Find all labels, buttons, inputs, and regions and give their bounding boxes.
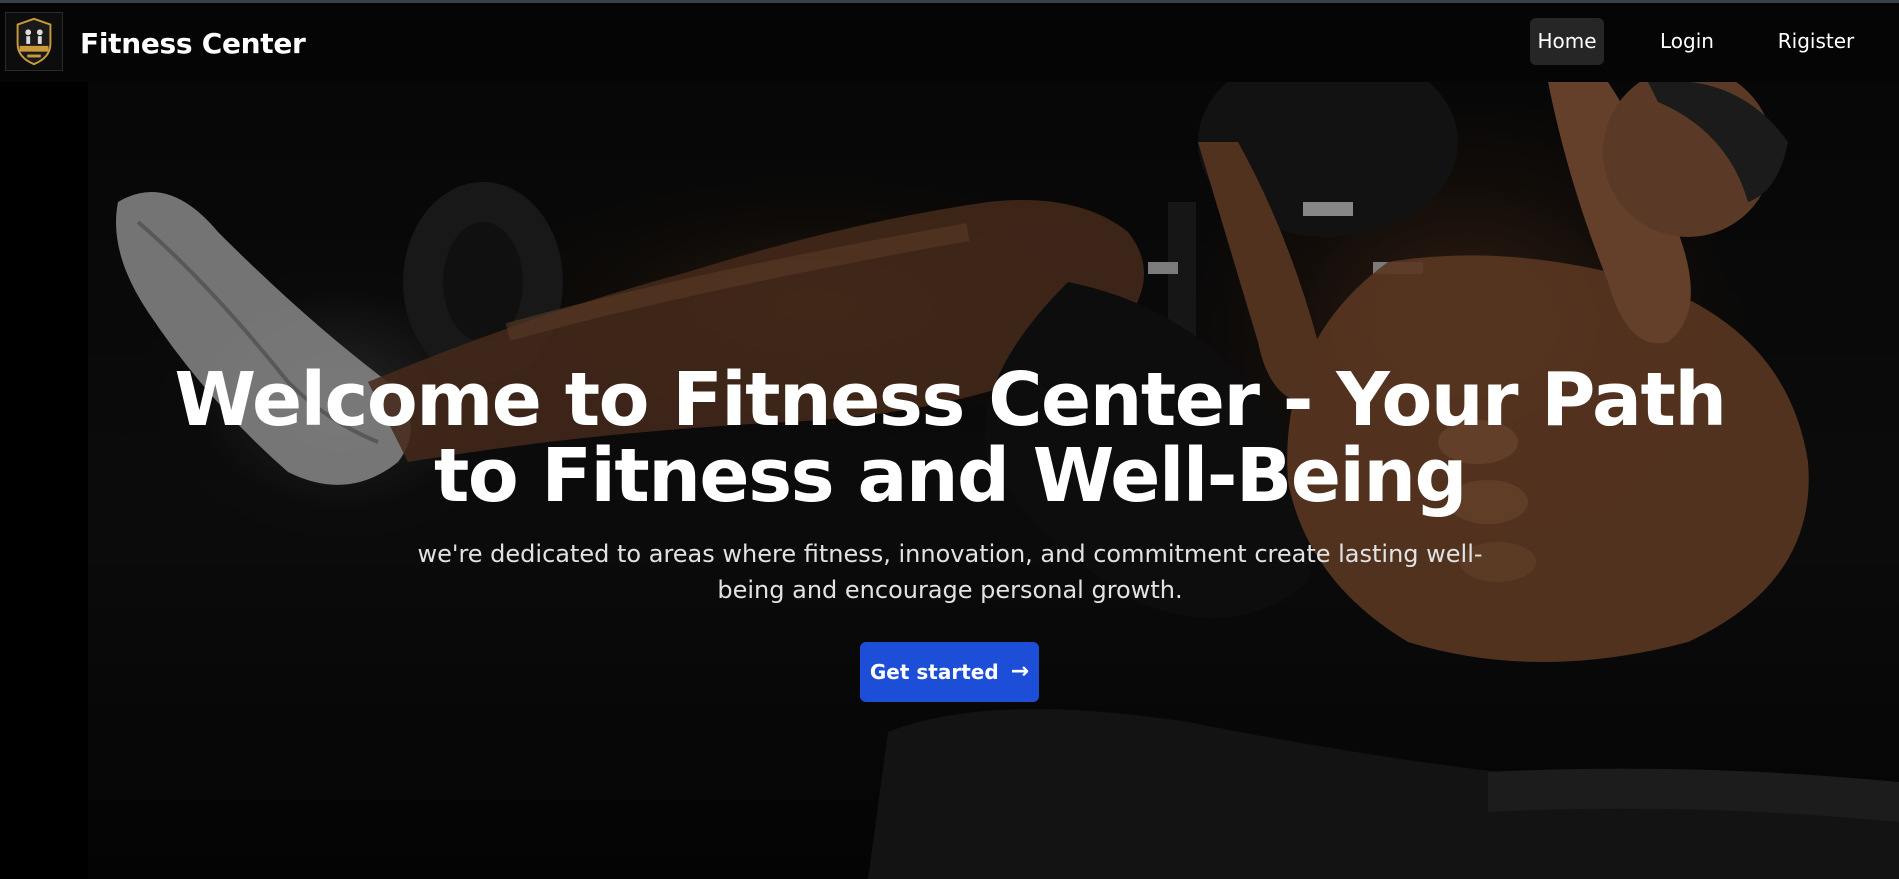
nav-home[interactable]: Home xyxy=(1530,18,1604,65)
brand-name[interactable]: Fitness Center xyxy=(80,27,306,60)
nav-register[interactable]: Rigister xyxy=(1772,18,1860,65)
hero-subtitle: we're dedicated to areas where fitness, … xyxy=(417,540,1483,604)
logo[interactable] xyxy=(5,12,63,71)
fitness-badge-logo-icon xyxy=(16,17,52,66)
get-started-label: Get started xyxy=(869,660,999,684)
hero-section: Welcome to Fitness Center - Your Path to… xyxy=(88,82,1899,879)
nav-login[interactable]: Login xyxy=(1650,18,1724,65)
get-started-button[interactable]: Get started → xyxy=(860,642,1039,702)
navbar: Fitness Center Home Login Rigister xyxy=(0,3,1899,82)
hero-title: Welcome to Fitness Center - Your Path to… xyxy=(174,357,1727,519)
arrow-right-icon: → xyxy=(1010,659,1030,684)
